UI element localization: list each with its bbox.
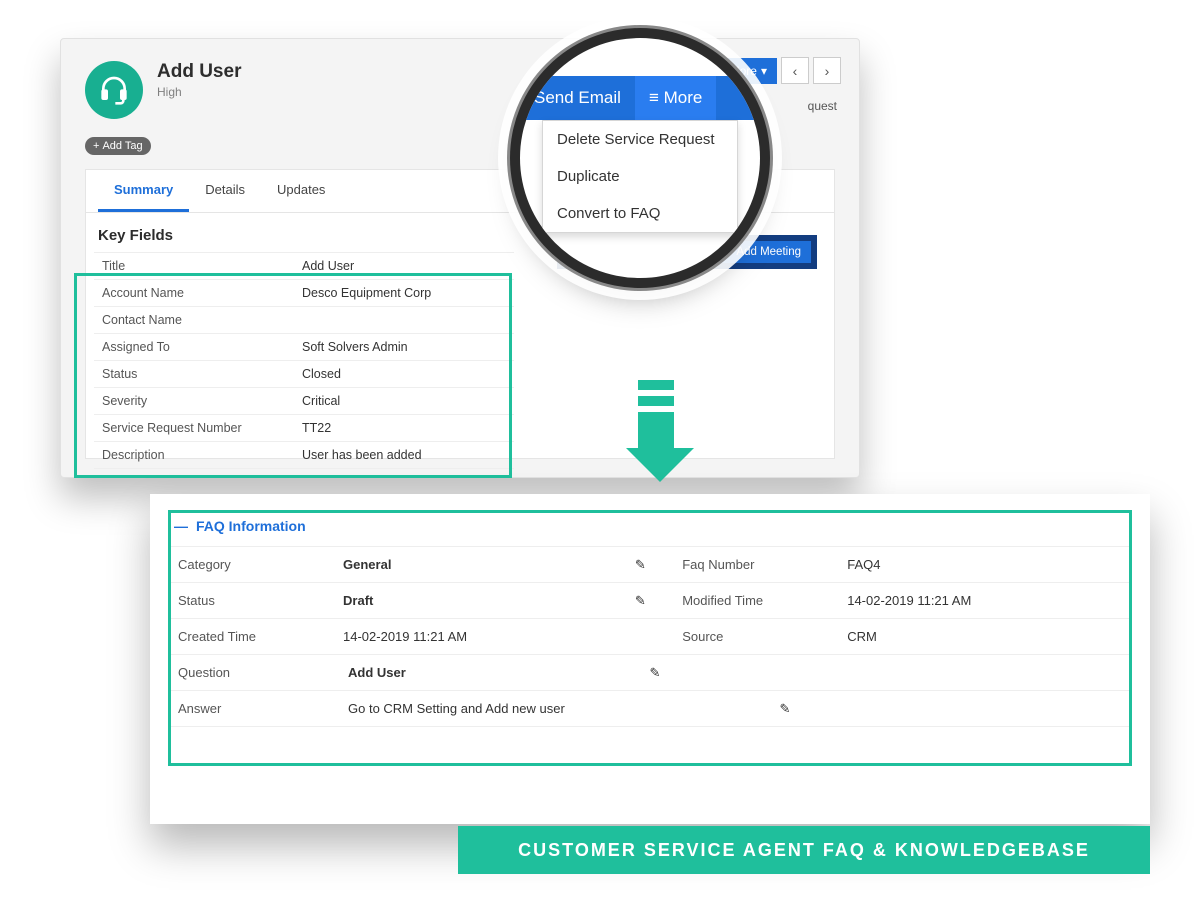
record-title: Add User [157, 61, 241, 83]
more-dropdown-label: More [664, 88, 703, 108]
send-email-button[interactable]: Send Email [520, 76, 635, 120]
faq-section-header[interactable]: — FAQ Information [170, 512, 1130, 546]
caret-down-icon: ▾ [761, 64, 767, 78]
add-tag-label: Add Tag [102, 140, 142, 152]
table-row: Category General ✎ Faq Number FAQ4 [170, 546, 1130, 582]
field-value: TT22 [294, 415, 514, 441]
field-label: Answer [170, 691, 340, 726]
magnified-toolbar: Send Email ≡ More [520, 76, 760, 120]
table-row: StatusClosed [94, 361, 514, 388]
more-dropdown-menu: Delete Service Request Duplicate Convert… [542, 120, 738, 233]
faq-card: — FAQ Information Category General ✎ Faq… [150, 494, 1150, 824]
field-label: Modified Time [674, 583, 839, 618]
tab-summary[interactable]: Summary [98, 170, 189, 212]
field-value: Go to CRM Setting and Add new user [340, 691, 770, 726]
table-row: Created Time 14-02-2019 11:21 AM Source … [170, 618, 1130, 654]
add-tag-button[interactable]: + Add Tag [85, 137, 151, 155]
field-value: General [335, 547, 626, 582]
table-row: Status Draft ✎ Modified Time 14-02-2019 … [170, 582, 1130, 618]
tab-updates[interactable]: Updates [261, 170, 341, 212]
field-value: 14-02-2019 11:21 AM [839, 583, 1130, 618]
menu-item-delete[interactable]: Delete Service Request [543, 121, 737, 158]
menu-item-duplicate[interactable]: Duplicate [543, 158, 737, 195]
table-row: Answer Go to CRM Setting and Add new use… [170, 690, 1130, 727]
faq-heading: FAQ Information [196, 518, 306, 534]
menu-item-convert-to-faq[interactable]: Convert to FAQ [543, 195, 737, 232]
field-label: Source [674, 619, 839, 654]
tab-details[interactable]: Details [189, 170, 261, 212]
field-value: 14-02-2019 11:21 AM [335, 619, 626, 654]
table-row: Assigned ToSoft Solvers Admin [94, 334, 514, 361]
field-value: User has been added [294, 442, 514, 468]
table-row: DescriptionUser has been added [94, 442, 514, 469]
pager-next-button[interactable]: › [813, 57, 841, 84]
field-label: Status [170, 583, 335, 618]
field-label: Assigned To [94, 334, 294, 360]
field-label: Account Name [94, 280, 294, 306]
field-label: Title [94, 253, 294, 279]
table-row: Account NameDesco Equipment Corp [94, 280, 514, 307]
field-label: Faq Number [674, 547, 839, 582]
field-value: Add User [294, 253, 514, 279]
pencil-icon[interactable]: ✎ [635, 593, 646, 609]
table-row: TitleAdd User [94, 253, 514, 280]
field-value: Draft [335, 583, 626, 618]
field-value: Closed [294, 361, 514, 387]
field-label: Status [94, 361, 294, 387]
headset-icon [98, 74, 130, 106]
field-label: Created Time [170, 619, 335, 654]
chevron-right-icon: › [825, 63, 830, 79]
headset-avatar [85, 61, 143, 119]
table-row: SeverityCritical [94, 388, 514, 415]
field-value: Critical [294, 388, 514, 414]
magnifier-ring: Send Email ≡ More Delete Service Request… [520, 38, 760, 278]
table-row: Question Add User ✎ [170, 654, 1130, 690]
faq-fields-grid: Category General ✎ Faq Number FAQ4 Statu… [170, 546, 1130, 727]
field-label: Severity [94, 388, 294, 414]
send-email-label: Send Email [534, 88, 621, 108]
field-value: CRM [839, 619, 1130, 654]
magnifier-callout: Send Email ≡ More Delete Service Request… [520, 38, 760, 278]
caption-banner: CUSTOMER SERVICE AGENT FAQ & KNOWLEDGEBA… [458, 826, 1150, 874]
hamburger-icon: ≡ [649, 88, 664, 108]
field-label: Question [170, 655, 340, 690]
pencil-icon[interactable]: ✎ [650, 665, 661, 681]
pencil-icon[interactable]: ✎ [635, 557, 646, 573]
field-label: Service Request Number [94, 415, 294, 441]
pager-prev-button[interactable]: ‹ [781, 57, 809, 84]
field-value [294, 307, 514, 333]
more-dropdown-button[interactable]: ≡ More [635, 76, 716, 120]
key-fields-table: TitleAdd User Account NameDesco Equipmen… [94, 252, 514, 469]
field-value: Desco Equipment Corp [294, 280, 514, 306]
chevron-left-icon: ‹ [793, 63, 798, 79]
plus-icon: + [93, 140, 99, 152]
pencil-icon[interactable]: ✎ [780, 701, 791, 717]
magnifier-content: Send Email ≡ More Delete Service Request… [520, 38, 760, 278]
field-value: Add User [340, 655, 640, 690]
field-label: Description [94, 442, 294, 468]
flow-arrow-icon [626, 380, 686, 490]
field-value: FAQ4 [839, 547, 1130, 582]
table-row: Contact Name [94, 307, 514, 334]
collapse-icon: — [174, 518, 188, 534]
field-label: Contact Name [94, 307, 294, 333]
record-priority: High [157, 85, 241, 99]
table-row: Service Request NumberTT22 [94, 415, 514, 442]
field-label: Category [170, 547, 335, 582]
field-value: Soft Solvers Admin [294, 334, 514, 360]
request-partial-text: quest [808, 99, 837, 113]
